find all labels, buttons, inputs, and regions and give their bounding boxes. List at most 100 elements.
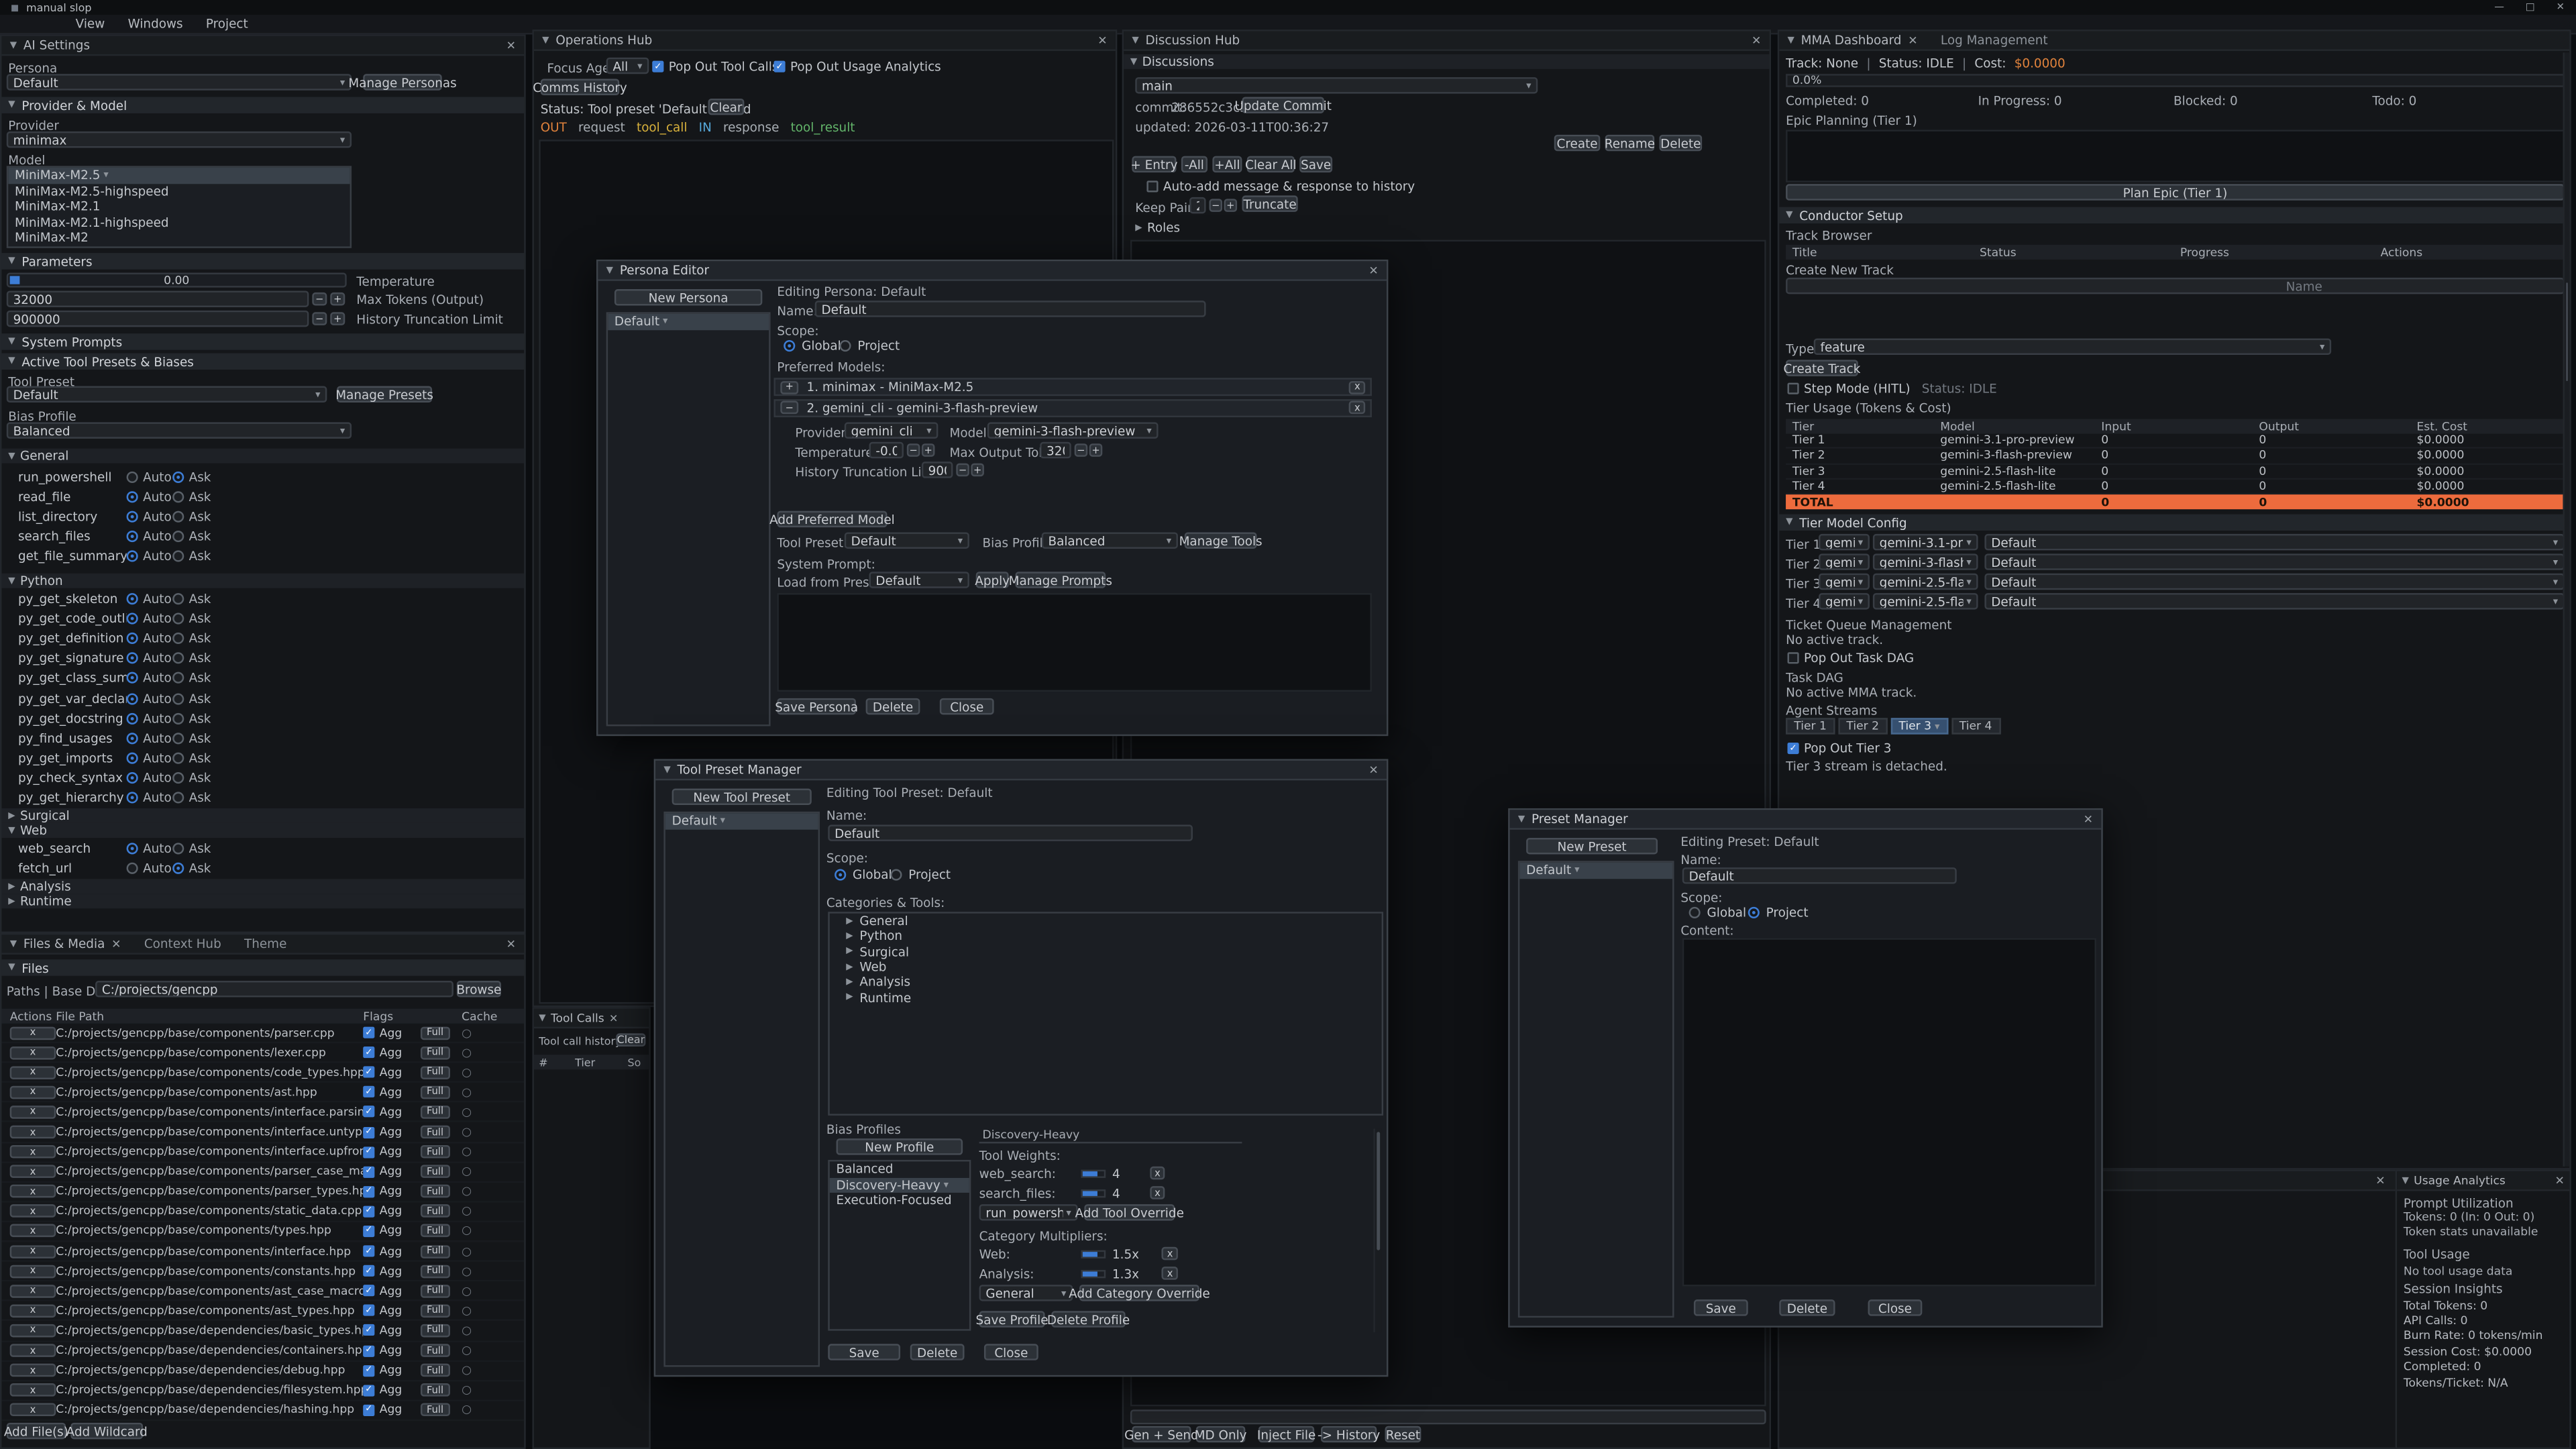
content-textarea[interactable]: [1682, 938, 2096, 1286]
cache-indicator-icon[interactable]: ○: [462, 1126, 524, 1139]
history-limit-input[interactable]: 900000: [7, 311, 309, 327]
remove-multiplier-button[interactable]: x: [1162, 1247, 1177, 1260]
category-override-select[interactable]: General: [979, 1285, 1073, 1301]
ask-radio[interactable]: [172, 653, 184, 664]
tier-provider-select[interactable]: gemini: [1819, 534, 1870, 550]
provider-select[interactable]: gemini_cli: [845, 422, 938, 438]
model-option[interactable]: MiniMax-M2.1-highspeed: [8, 215, 350, 230]
remove-file-button[interactable]: x: [10, 1085, 56, 1099]
new-preset-button[interactable]: New Preset: [1526, 838, 1658, 854]
tab-discussion-hub[interactable]: Discussion Hub: [1146, 33, 1240, 48]
remove-model-button[interactable]: x: [1350, 380, 1365, 394]
scrollbar-thumb[interactable]: [1377, 1132, 1380, 1250]
remove-file-button[interactable]: x: [10, 1205, 56, 1218]
agg-checkbox[interactable]: [363, 1265, 374, 1277]
full-button[interactable]: Full: [420, 1344, 450, 1357]
tier-provider-select[interactable]: gemini: [1819, 574, 1870, 590]
add-tool-override-button[interactable]: Add Tool Override: [1084, 1204, 1175, 1220]
remove-file-button[interactable]: x: [10, 1126, 56, 1139]
auto-radio[interactable]: [127, 842, 138, 853]
load-preset-select[interactable]: Default: [869, 572, 969, 588]
auto-radio[interactable]: [127, 773, 138, 784]
clear-all-button[interactable]: Clear All: [1247, 156, 1295, 172]
agg-checkbox[interactable]: [363, 1146, 374, 1157]
full-button[interactable]: Full: [420, 1126, 450, 1139]
scope-global-option[interactable]: Global: [835, 867, 892, 882]
provider-model-header[interactable]: ▼Provider & Model: [1, 97, 524, 113]
reorder-button[interactable]: −: [780, 401, 798, 415]
add-wildcard-button[interactable]: Add Wildcard: [70, 1423, 143, 1439]
ask-radio[interactable]: [172, 733, 184, 744]
delete-discussion-button[interactable]: Delete: [1659, 135, 1702, 151]
auto-radio[interactable]: [127, 491, 138, 502]
decrement-button[interactable]: −: [1075, 443, 1088, 457]
project-radio[interactable]: [1748, 907, 1760, 918]
tier-preset-select[interactable]: Default: [1984, 534, 2564, 550]
analysis-section-header[interactable]: ▶Analysis: [1, 879, 524, 894]
temperature-slider[interactable]: 0.00: [7, 273, 347, 288]
collapse-icon[interactable]: ▶: [846, 947, 853, 957]
full-button[interactable]: Full: [420, 1324, 450, 1338]
discussion-select[interactable]: main: [1135, 77, 1538, 93]
new-persona-button[interactable]: New Persona: [614, 289, 762, 305]
auto-radio[interactable]: [127, 511, 138, 523]
maximize-icon[interactable]: □: [2526, 1, 2535, 13]
profile-list-item[interactable]: Execution-Focused: [830, 1193, 969, 1208]
tab-theme[interactable]: Theme: [244, 936, 286, 951]
new-profile-button[interactable]: New Profile: [837, 1138, 963, 1155]
global-radio[interactable]: [835, 869, 846, 881]
remove-file-button[interactable]: x: [10, 1225, 56, 1238]
scope-project-option[interactable]: Project: [890, 867, 951, 882]
collapse-all-button[interactable]: -All: [1181, 156, 1208, 172]
profile-name-field[interactable]: Discovery-Heavy: [983, 1128, 1080, 1142]
auto-radio[interactable]: [127, 633, 138, 644]
project-radio[interactable]: [890, 869, 902, 881]
manage-tools-button[interactable]: Manage Tools: [1185, 532, 1257, 548]
decrement-button[interactable]: −: [312, 312, 327, 325]
pop-usage-checkbox[interactable]: [773, 61, 785, 72]
close-window-icon[interactable]: ✕: [1368, 763, 1378, 777]
general-section-header[interactable]: ▼General: [1, 449, 524, 464]
tier-model-config-header[interactable]: ▼Tier Model Config: [1779, 515, 2569, 531]
files-header[interactable]: ▼Files: [1, 959, 524, 975]
persona-name-input[interactable]: Default: [815, 301, 1206, 317]
tier-preset-select[interactable]: Default: [1984, 553, 2564, 570]
collapse-icon[interactable]: ▶: [846, 993, 853, 1003]
close-button[interactable]: Close: [1868, 1299, 1923, 1316]
menu-windows[interactable]: Windows: [128, 16, 183, 31]
tab-operations-hub[interactable]: Operations Hub: [555, 33, 652, 48]
conductor-setup-header[interactable]: ▼Conductor Setup: [1779, 207, 2569, 223]
save-profile-button[interactable]: Save Profile: [979, 1311, 1045, 1327]
remove-file-button[interactable]: x: [10, 1244, 56, 1258]
rename-discussion-button[interactable]: Rename: [1605, 135, 1654, 151]
auto-add-option[interactable]: Auto-add message & response to history: [1146, 179, 1415, 194]
collapse-icon[interactable]: ▶: [846, 962, 853, 972]
max-output-tokens-input[interactable]: 32000: [1040, 442, 1071, 458]
close-window-icon[interactable]: ✕: [1368, 264, 1378, 277]
pop-task-dag-checkbox[interactable]: [1788, 652, 1799, 663]
category-row[interactable]: ▶ Runtime: [830, 989, 1382, 1005]
remove-weight-button[interactable]: x: [1150, 1186, 1165, 1199]
pop-tool-calls-checkbox[interactable]: [652, 61, 663, 72]
remove-file-button[interactable]: x: [10, 1106, 56, 1119]
close-panel-icon[interactable]: ✕: [1752, 34, 1761, 47]
temperature-input[interactable]: -0.0: [869, 442, 904, 458]
tool-override-select[interactable]: run_powershell: [979, 1204, 1078, 1220]
decrement-button[interactable]: −: [312, 292, 327, 306]
auto-radio[interactable]: [127, 531, 138, 542]
agg-checkbox[interactable]: [363, 1385, 374, 1396]
decrement-button[interactable]: −: [1209, 199, 1222, 212]
pop-tier3-checkbox[interactable]: [1788, 743, 1799, 754]
pop-usage-option[interactable]: Pop Out Usage Analytics: [773, 59, 941, 74]
add-files-button[interactable]: Add File(s): [7, 1423, 66, 1439]
cache-indicator-icon[interactable]: ○: [462, 1304, 524, 1318]
remove-file-button[interactable]: x: [10, 1046, 56, 1059]
tab-context-hub[interactable]: Context Hub: [144, 936, 221, 951]
increment-button[interactable]: +: [922, 443, 935, 457]
cache-indicator-icon[interactable]: ○: [462, 1145, 524, 1159]
step-mode-option[interactable]: Step Mode (HITL) Status: IDLE: [1788, 381, 1997, 396]
close-panel-icon[interactable]: ✕: [506, 39, 516, 52]
full-button[interactable]: Full: [420, 1046, 450, 1059]
auto-radio[interactable]: [127, 862, 138, 873]
increment-button[interactable]: +: [1089, 443, 1103, 457]
